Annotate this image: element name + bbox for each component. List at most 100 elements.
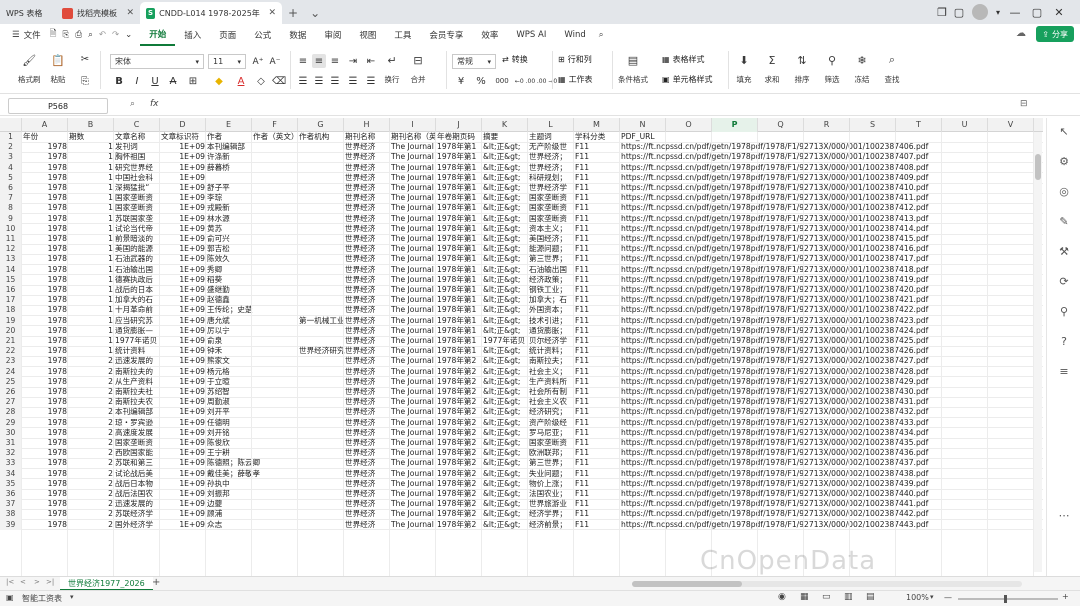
cell-D[interactable]: 1E+09 (160, 418, 206, 428)
cell-D[interactable]: 1E+09 (160, 234, 206, 244)
view-page-icon[interactable]: ▭ (822, 592, 831, 602)
cell-D[interactable]: 1E+09 (160, 509, 206, 519)
row-header[interactable]: 32 (0, 448, 22, 459)
add-sheet-button[interactable]: + (152, 577, 160, 588)
cell-J[interactable]: 1978年第1 (436, 305, 482, 315)
cell-M[interactable]: F11 (574, 418, 620, 428)
cell-N[interactable]: https://ft.ncpssd.cn/pdf/getn/1978pdf/19… (620, 448, 1020, 458)
cell-D[interactable]: 1E+09 (160, 254, 206, 264)
window-tab-0[interactable]: WPS 表格 (0, 2, 56, 24)
cell-M[interactable]: F11 (574, 316, 620, 326)
cell-M[interactable]: F11 (574, 387, 620, 397)
cell-N[interactable]: https://ft.ncpssd.cn/pdf/getn/1978pdf/19… (620, 438, 1020, 448)
cell-H[interactable]: 世界经济 (344, 346, 390, 356)
menu-tab-9[interactable]: 效率 (472, 24, 507, 46)
cell-C[interactable]: 南斯拉夫的 (114, 367, 160, 377)
cell-L[interactable]: 生产资料所 (528, 377, 574, 387)
cell-B[interactable]: 2 (68, 499, 114, 509)
cell-A[interactable]: 1978 (22, 479, 68, 489)
cell-H[interactable]: 世界经济 (344, 499, 390, 509)
increase-decimal-button[interactable]: ←0 .00 (514, 74, 536, 88)
cell-D[interactable]: 1E+09 (160, 183, 206, 193)
cell-D[interactable]: 1E+09 (160, 214, 206, 224)
cell-K[interactable]: &lt;正&gt; (482, 152, 528, 162)
decrease-font-icon[interactable]: A⁻ (268, 55, 282, 69)
cell-L[interactable]: 贝尔经济学 (528, 336, 574, 346)
cell-A[interactable]: 1978 (22, 326, 68, 336)
cell-I[interactable]: The Journal (390, 214, 436, 224)
cell-N[interactable]: https://ft.ncpssd.cn/pdf/getn/1978pdf/19… (620, 428, 1020, 438)
cell-M[interactable]: F11 (574, 173, 620, 183)
cell-I[interactable]: The Journal (390, 254, 436, 264)
strikethrough-icon[interactable]: A (166, 74, 180, 88)
cell-J[interactable]: 1978年第2 (436, 377, 482, 387)
copy-icon[interactable]: ⎘ (78, 74, 92, 88)
row-header[interactable]: 38 (0, 509, 22, 520)
more-icon[interactable]: ⋯ (1057, 508, 1071, 522)
cell-B[interactable]: 1 (68, 224, 114, 234)
indent-icon[interactable]: ⇥ (346, 54, 360, 68)
cell-C[interactable]: 发刊词 (114, 142, 160, 152)
next-sheet-button[interactable]: > (34, 578, 40, 586)
cell-H[interactable]: 世界经济 (344, 183, 390, 193)
cell-N[interactable]: https://ft.ncpssd.cn/pdf/getn/1978pdf/19… (620, 142, 1020, 152)
table-style-button[interactable]: ▦ 表格样式 (662, 54, 705, 65)
cell-K[interactable]: &lt;正&gt; (482, 367, 528, 377)
cell-D[interactable]: 1E+09 (160, 520, 206, 530)
cell-H[interactable]: 世界经济 (344, 438, 390, 448)
cell-K[interactable]: &lt;正&gt; (482, 509, 528, 519)
column-header-A[interactable]: A (22, 118, 68, 132)
cell-I[interactable]: The Journal (390, 305, 436, 315)
cell-J[interactable]: 1978年第2 (436, 520, 482, 530)
cell-N[interactable]: https://ft.ncpssd.cn/pdf/getn/1978pdf/19… (620, 234, 1020, 244)
cell-D[interactable]: 1E+09 (160, 275, 206, 285)
cell-M[interactable]: F11 (574, 163, 620, 173)
cell-I[interactable]: 期刊名称（英文） (390, 132, 436, 142)
column-header-N[interactable]: N (620, 118, 666, 132)
cell-B[interactable]: 1 (68, 173, 114, 183)
outdent-icon[interactable]: ⇤ (364, 54, 378, 68)
cell-N[interactable]: https://ft.ncpssd.cn/pdf/getn/1978pdf/19… (620, 265, 1020, 275)
cell-D[interactable]: 1E+09 (160, 387, 206, 397)
row-header[interactable]: 31 (0, 438, 22, 449)
cell-N[interactable]: https://ft.ncpssd.cn/pdf/getn/1978pdf/19… (620, 489, 1020, 499)
cell-L[interactable]: 国家垄断资 (528, 203, 574, 213)
cell-B[interactable]: 1 (68, 152, 114, 162)
cell-D[interactable]: 1E+09 (160, 326, 206, 336)
cell-L[interactable]: 世界经济； (528, 152, 574, 162)
cell-B[interactable]: 2 (68, 377, 114, 387)
cell-J[interactable]: 1978年第1 (436, 173, 482, 183)
help-icon[interactable]: ? (1057, 334, 1071, 348)
cell-I[interactable]: The Journal (390, 499, 436, 509)
cell-H[interactable]: 世界经济 (344, 244, 390, 254)
font-size-select[interactable]: 11 ▾ (208, 54, 246, 69)
column-header-G[interactable]: G (298, 118, 344, 132)
cell-L[interactable]: 世界经济学 (528, 183, 574, 193)
cell-K[interactable]: 1977年诺贝 (482, 336, 528, 346)
cell-N[interactable]: https://ft.ncpssd.cn/pdf/getn/1978pdf/19… (620, 387, 1020, 397)
cell-H[interactable]: 世界经济 (344, 469, 390, 479)
cell-J[interactable]: 年卷期页码 (436, 132, 482, 142)
cell-N[interactable]: https://ft.ncpssd.cn/pdf/getn/1978pdf/19… (620, 479, 1020, 489)
cell-C[interactable]: 高速度发展 (114, 428, 160, 438)
cell-N[interactable]: https://ft.ncpssd.cn/pdf/getn/1978pdf/19… (620, 163, 1020, 173)
cell-C[interactable]: 石油武器的 (114, 254, 160, 264)
cell-L[interactable]: 资产阶级经 (528, 418, 574, 428)
cell-C[interactable]: 文章名称 (114, 132, 160, 142)
cell-K[interactable]: &lt;正&gt; (482, 254, 528, 264)
cell-B[interactable]: 1 (68, 336, 114, 346)
cell-C[interactable]: 琼・罗宾逊 (114, 418, 160, 428)
cell-A[interactable]: 1978 (22, 520, 68, 530)
cell-M[interactable]: 学科分类 (574, 132, 620, 142)
cell-M[interactable]: F11 (574, 458, 620, 468)
row-header[interactable]: 36 (0, 489, 22, 500)
cell-B[interactable]: 1 (68, 295, 114, 305)
cell-D[interactable]: 1E+09 (160, 173, 206, 183)
cell-A[interactable]: 1978 (22, 418, 68, 428)
cell-H[interactable]: 世界经济 (344, 234, 390, 244)
cell-N[interactable]: https://ft.ncpssd.cn/pdf/getn/1978pdf/19… (620, 203, 1020, 213)
cell-L[interactable]: 经济学界； (528, 509, 574, 519)
column-header-V[interactable]: V (988, 118, 1034, 132)
cell-B[interactable]: 1 (68, 305, 114, 315)
cell-C[interactable]: 本刊编辑部 (114, 407, 160, 417)
